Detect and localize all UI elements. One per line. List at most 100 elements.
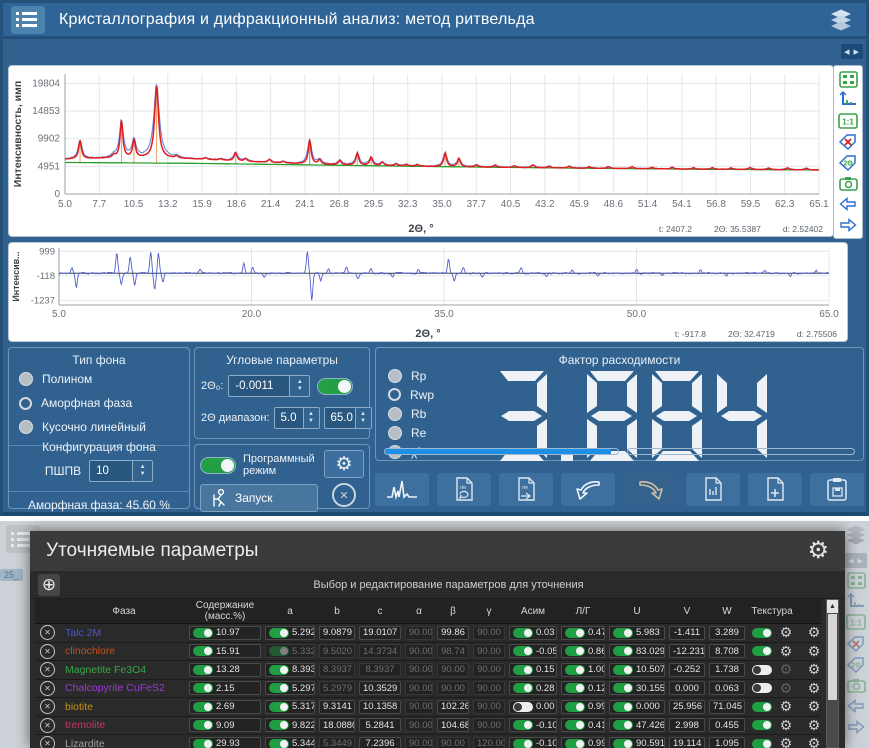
cancel-button[interactable]: ✕ <box>332 483 356 507</box>
param-value[interactable]: 90.00 <box>409 683 433 694</box>
program-settings-button[interactable]: ⚙ <box>324 450 364 478</box>
param-value[interactable]: 90.00 <box>441 664 465 675</box>
param-toggle[interactable] <box>513 739 533 748</box>
param-toggle[interactable] <box>193 739 213 748</box>
remove-phase-icon[interactable]: ✕ <box>40 681 55 696</box>
param-value[interactable]: 10.1358 <box>363 701 397 712</box>
param-value[interactable]: 5.3449 <box>292 738 315 748</box>
texture-settings-icon[interactable]: ⚙ <box>780 624 793 641</box>
remove-phase-icon[interactable]: ✕ <box>40 644 55 659</box>
param-value[interactable]: 90.00 <box>477 646 501 657</box>
param-value[interactable]: 0.063 <box>715 683 739 694</box>
range-from-input[interactable]: 5.0 <box>274 407 304 429</box>
remove-phase-icon[interactable]: ✕ <box>40 718 55 733</box>
param-value[interactable]: 15.91 <box>216 646 240 657</box>
divergence-option-re[interactable]: Re <box>378 423 444 442</box>
phase-name[interactable]: biotite <box>61 701 187 713</box>
param-value[interactable]: 1.738 <box>715 664 739 675</box>
param-value[interactable]: 2.998 <box>675 720 699 731</box>
layers-icon[interactable] <box>828 9 858 31</box>
arrow-left-icon[interactable] <box>838 195 858 213</box>
texture-settings-icon[interactable]: ⚙ <box>780 717 793 734</box>
param-toggle[interactable] <box>193 720 213 730</box>
param-value[interactable]: 0.47 <box>588 627 605 638</box>
refine-toggle[interactable] <box>317 378 353 395</box>
background-option-[interactable]: Аморфная фаза <box>9 391 189 415</box>
param-toggle[interactable] <box>613 628 633 638</box>
param-value[interactable]: 5.3324 <box>292 646 315 657</box>
phase-name[interactable]: Lizardite <box>61 738 187 748</box>
param-toggle[interactable] <box>752 628 772 638</box>
remove-phase-icon[interactable]: ✕ <box>40 625 55 640</box>
pshpv-input[interactable]: 10 <box>89 460 133 482</box>
phase-name[interactable]: clinochlore <box>61 645 187 657</box>
param-toggle[interactable] <box>613 739 633 748</box>
texture-settings-icon[interactable]: ⚙ <box>780 680 793 697</box>
param-toggle[interactable] <box>269 702 289 712</box>
clipboard-save-button[interactable] <box>810 473 864 506</box>
param-value[interactable]: 5.3173 <box>292 701 315 712</box>
tag-2theta-icon[interactable]: 2Θ <box>838 153 858 171</box>
camera-icon[interactable] <box>838 174 858 192</box>
texture-settings-icon[interactable]: ⚙ <box>780 698 793 715</box>
sidebar-collapse[interactable]: ◀▶ <box>841 44 863 59</box>
file-add-button[interactable] <box>748 473 802 506</box>
texture-settings-icon[interactable]: ⚙ <box>780 643 793 660</box>
param-value[interactable]: -0.252 <box>674 664 701 675</box>
param-toggle[interactable] <box>269 665 289 675</box>
run-button[interactable]: Запуск <box>200 484 318 512</box>
param-value[interactable]: 8.3937 <box>323 664 352 675</box>
pshpv-spinner[interactable]: ▲▼ <box>133 460 153 482</box>
param-toggle[interactable] <box>513 646 533 656</box>
param-toggle[interactable] <box>193 665 213 675</box>
redo-button[interactable] <box>624 473 678 506</box>
scroll-up-button[interactable]: ▲ <box>827 600 838 613</box>
param-value[interactable]: 0.86 <box>588 646 605 657</box>
param-value[interactable]: -0.05 <box>536 646 557 657</box>
remove-phase-icon[interactable]: ✕ <box>40 699 55 714</box>
texture-settings-icon[interactable]: ⚙ <box>780 661 793 678</box>
param-value[interactable]: 2.69 <box>216 701 235 712</box>
param-value[interactable]: 10.507 <box>636 664 665 675</box>
param-value[interactable]: 0.000 <box>636 701 660 712</box>
param-value[interactable]: 90.00 <box>477 720 501 731</box>
param-value[interactable]: 90.00 <box>409 646 433 657</box>
param-value[interactable]: 98.74 <box>441 646 465 657</box>
param-value[interactable]: 90.00 <box>477 683 501 694</box>
param-toggle[interactable] <box>269 739 289 748</box>
param-value[interactable]: 14.3734 <box>363 646 397 657</box>
param-value[interactable]: 0.03 <box>536 627 555 638</box>
table-scrollbar[interactable]: ▲ <box>826 599 839 748</box>
param-value[interactable]: 0.15 <box>536 664 555 675</box>
param-value[interactable]: 10.3529 <box>363 683 397 694</box>
param-value[interactable]: 5.2979 <box>292 683 315 694</box>
range-to-spinner[interactable]: ▲▼ <box>356 407 372 429</box>
param-value[interactable]: 90.00 <box>477 627 501 638</box>
param-value[interactable]: 99.86 <box>441 627 465 638</box>
param-value[interactable]: 83.029 <box>636 646 665 657</box>
param-toggle[interactable] <box>752 739 772 748</box>
param-value[interactable]: 19.114 <box>673 738 701 748</box>
param-value[interactable]: 104.68 <box>441 720 469 731</box>
param-value[interactable]: 0.99 <box>588 738 605 748</box>
difference-chart[interactable]: 5.020.035.050.065.0999-118-1237Интенсив.… <box>8 242 848 342</box>
phase-name[interactable]: Magnetite Fe3O4 <box>61 664 187 676</box>
phase-name[interactable]: Chalcopyrite CuFeS2 <box>61 682 187 694</box>
param-value[interactable]: 0.000 <box>675 683 699 694</box>
param-value[interactable]: 0.99 <box>588 701 605 712</box>
background-option-[interactable]: Полином <box>9 367 189 391</box>
param-value[interactable]: -0.10 <box>536 738 557 748</box>
param-value[interactable]: 10.97 <box>216 627 240 638</box>
undo-button[interactable] <box>561 473 615 506</box>
grid-view-icon[interactable] <box>838 70 858 88</box>
param-value[interactable]: 90.00 <box>477 664 501 675</box>
param-value[interactable]: -12.231 <box>673 646 705 657</box>
param-value[interactable]: 90.00 <box>409 627 433 638</box>
param-toggle[interactable] <box>513 665 533 675</box>
param-toggle[interactable] <box>752 646 772 656</box>
param-value[interactable]: 5.3449 <box>323 738 352 748</box>
param-value[interactable]: 25.956 <box>673 701 702 712</box>
param-toggle[interactable] <box>269 683 289 693</box>
phase-name[interactable]: Talc 2M <box>61 627 187 639</box>
param-value[interactable]: 71.045 <box>713 701 742 712</box>
